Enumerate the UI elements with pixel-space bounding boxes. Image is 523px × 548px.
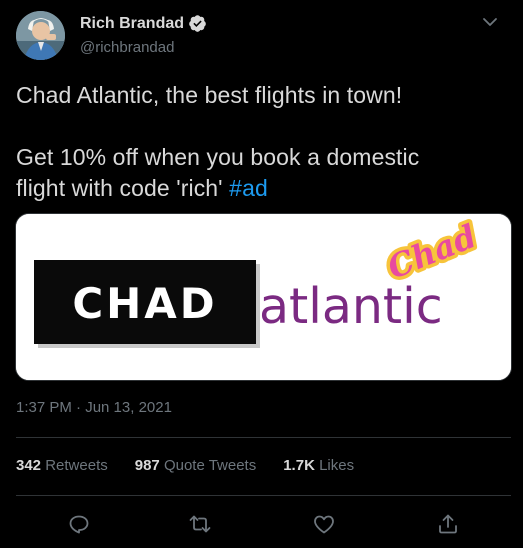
author-name[interactable]: Rich Brandad [80, 15, 184, 33]
likes-label: Likes [319, 457, 355, 474]
logo-word-text: atlantic [259, 278, 443, 335]
divider [16, 437, 511, 438]
author-name-row[interactable]: Rich Brandad [80, 14, 207, 33]
avatar-photo [16, 11, 65, 60]
tweet-text-line: Get 10% off when you book a domestic [16, 144, 420, 170]
tweet-media-image[interactable]: CHAD atlantic Chad Chad [15, 213, 512, 381]
avatar[interactable] [16, 11, 65, 60]
retweets-label: Retweets [45, 457, 108, 474]
share-icon[interactable] [436, 512, 460, 536]
retweets-count: 342 [16, 457, 42, 474]
chevron-down-icon[interactable] [480, 12, 500, 32]
reply-icon[interactable] [67, 512, 91, 536]
likes-stat[interactable]: 1.7K Likes [283, 457, 354, 474]
tweet-text-line: flight with code 'rich' #ad [16, 173, 511, 204]
hashtag-link[interactable]: #ad [229, 175, 268, 201]
retweet-icon[interactable] [188, 512, 212, 536]
like-icon[interactable] [312, 512, 336, 536]
tweet-text: Chad Atlantic, the best flights in town!… [16, 80, 511, 204]
tweet-timestamp[interactable]: 1:37 PM · Jun 13, 2021 [16, 399, 172, 416]
divider [16, 495, 511, 496]
tweet: Rich Brandad @richbrandad Chad Atlantic,… [0, 0, 523, 548]
author-handle[interactable]: @richbrandad [80, 39, 174, 56]
tweet-stats: 342 Retweets 987 Quote Tweets 1.7K Likes [16, 457, 381, 474]
quote-tweets-stat[interactable]: 987 Quote Tweets [135, 457, 256, 474]
quote-tweets-label: Quote Tweets [163, 457, 257, 474]
verified-badge-icon [188, 14, 207, 33]
likes-count: 1.7K [283, 457, 315, 474]
logo-block-text: CHAD [72, 279, 217, 328]
tweet-text-line: Chad Atlantic, the best flights in town! [16, 82, 403, 108]
quote-tweets-count: 987 [134, 457, 160, 474]
tweet-text-segment: flight with code 'rich' [16, 175, 223, 201]
retweets-stat[interactable]: 342 Retweets [16, 457, 108, 474]
